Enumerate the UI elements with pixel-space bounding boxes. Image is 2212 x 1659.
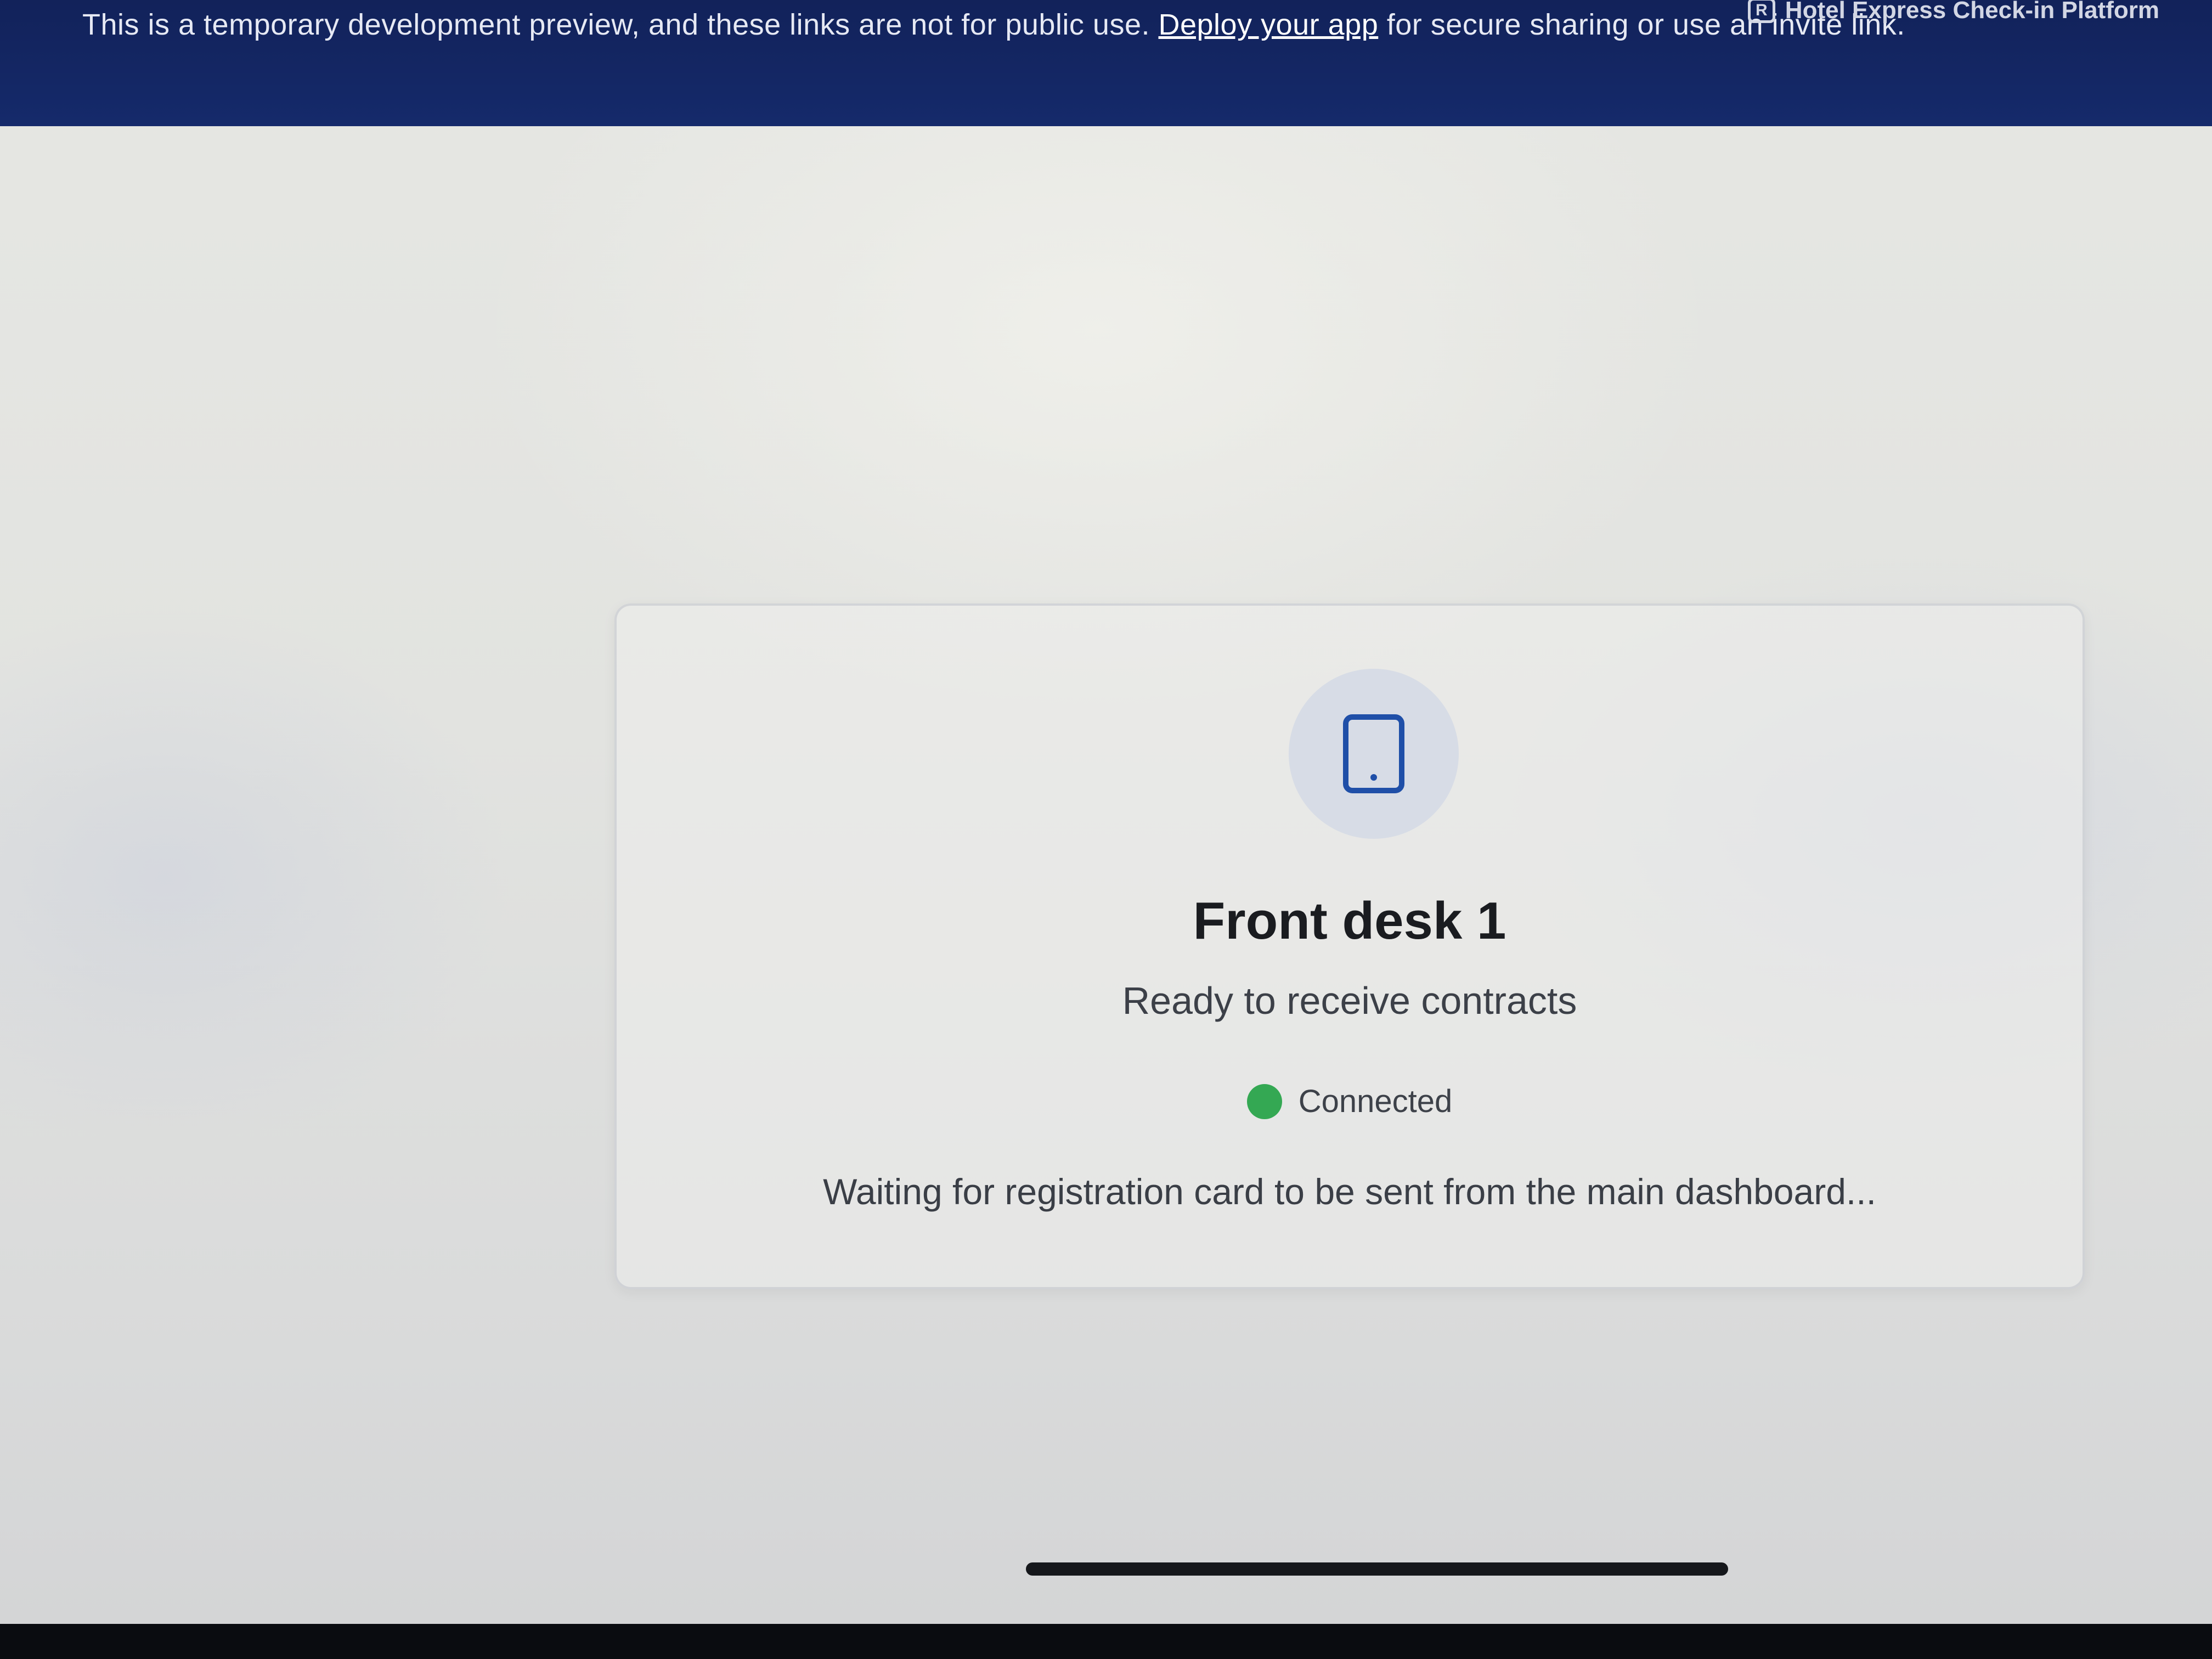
dev-preview-message: This is a temporary development preview,… [82,5,1905,44]
device-icon-badge [1289,669,1459,839]
tablet-icon [1343,714,1404,793]
device-subtitle: Ready to receive contracts [1122,979,1577,1022]
status-label: Connected [1298,1084,1453,1119]
connection-status: Connected [617,1083,2083,1120]
banner-text-prefix: This is a temporary development preview,… [82,8,1150,41]
device-name: Front desk 1 [1193,891,1506,950]
brand-logo-icon: R [1747,0,1775,23]
device-frame: This is a temporary development preview,… [0,0,2212,1659]
status-indicator-dot [1246,1084,1282,1119]
deploy-app-link[interactable]: Deploy your app [1159,8,1379,41]
dev-preview-banner: This is a temporary development preview,… [0,0,2212,126]
device-status-card: Front desk 1 Ready to receive contracts … [614,603,2085,1289]
app-brand: R Hotel Express Check-in Platform [1747,0,2159,24]
home-indicator-bar[interactable] [1026,1562,1728,1576]
waiting-message: Waiting for registration card to be sent… [823,1171,1876,1212]
app-screen: This is a temporary development preview,… [0,0,2212,1624]
brand-name: Hotel Express Check-in Platform [1785,0,2159,24]
